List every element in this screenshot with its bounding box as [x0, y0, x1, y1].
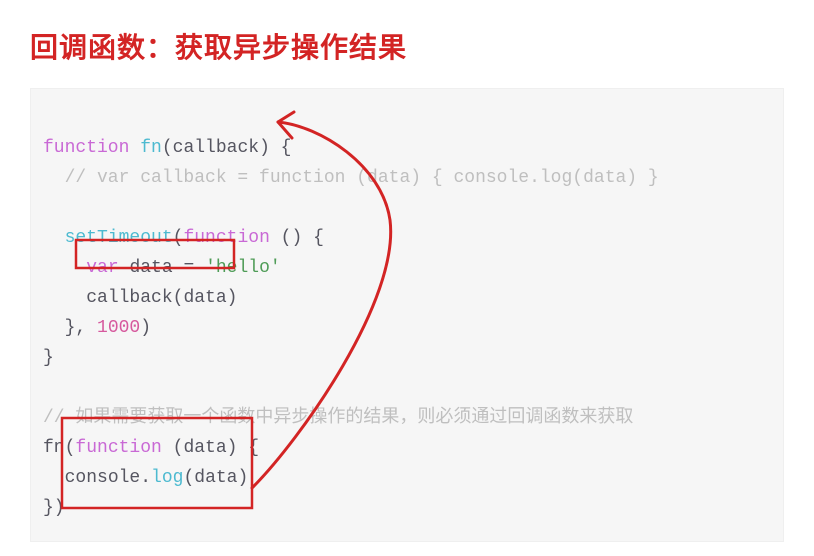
- keyword-function: function: [43, 138, 129, 158]
- settimeout: setTimeout: [65, 228, 173, 248]
- comment: // 如果需要获取一个函数中异步操作的结果，则必须通过回调函数来获取: [43, 408, 633, 428]
- code-line: function fn(callback) {: [43, 138, 291, 158]
- page-title: 回调函数：获取异步操作结果: [30, 26, 784, 66]
- string-hello: 'hello': [205, 258, 281, 278]
- code-line: }, 1000): [43, 318, 151, 338]
- function-name: fn: [140, 138, 162, 158]
- code-line: // 如果需要获取一个函数中异步操作的结果，则必须通过回调函数来获取: [43, 408, 633, 428]
- comment: // var callback = function (data) { cons…: [43, 168, 659, 188]
- code-line: fn(function (data) {: [43, 438, 259, 458]
- punct: ) {: [259, 138, 291, 158]
- param-callback: callback: [173, 138, 259, 158]
- number-1000: 1000: [97, 318, 140, 338]
- code-line: }): [43, 498, 65, 518]
- console-log: log: [151, 468, 183, 488]
- page: 回调函数：获取异步操作结果 function fn(callback) { //…: [0, 0, 814, 556]
- code-line: callback(data): [43, 288, 237, 308]
- code-line: var data = 'hello': [43, 258, 281, 278]
- punct: (: [162, 138, 173, 158]
- code-line: }: [43, 348, 54, 368]
- code-line: setTimeout(function () {: [43, 228, 324, 248]
- code-line: console.log(data): [43, 468, 248, 488]
- code-block: function fn(callback) { // var callback …: [30, 88, 784, 542]
- callback-call: callback: [86, 288, 172, 308]
- code-line: // var callback = function (data) { cons…: [43, 168, 659, 188]
